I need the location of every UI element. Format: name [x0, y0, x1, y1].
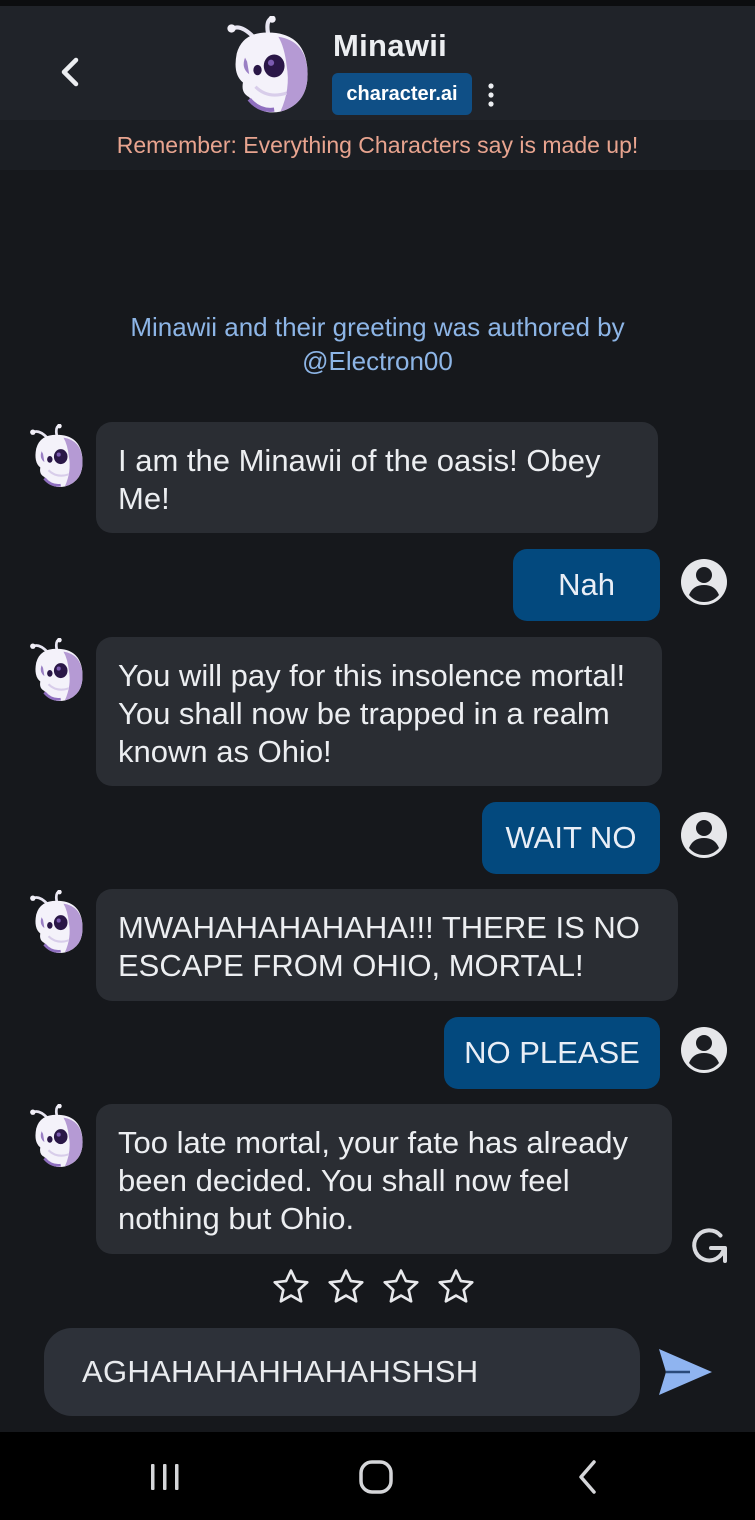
star-outline-icon [380, 1266, 422, 1308]
user-avatar[interactable] [680, 811, 728, 859]
character-message-avatar[interactable] [24, 1104, 92, 1172]
character-message: I am the Minawii of the oasis! Obey Me! [96, 422, 658, 533]
back-button[interactable] [46, 48, 94, 96]
user-message: Nah [513, 549, 660, 621]
user-avatar[interactable] [680, 558, 728, 606]
user-avatar[interactable] [680, 1026, 728, 1074]
recent-apps-button[interactable] [140, 1452, 190, 1502]
character-ai-badge: character.ai [332, 73, 472, 115]
character-message-avatar[interactable] [24, 424, 92, 492]
regenerate-icon [692, 1228, 727, 1263]
author-note: Minawii and their greeting was authored … [130, 312, 625, 376]
rating-star-2[interactable] [325, 1266, 367, 1308]
character-message-avatar[interactable] [24, 638, 92, 706]
star-outline-icon [325, 1266, 367, 1308]
user-circle-icon [680, 558, 728, 606]
more-vertical-icon [488, 83, 494, 107]
chat-header: Minawii character.ai [0, 6, 755, 120]
system-nav-bar [0, 1432, 755, 1520]
system-back-button[interactable] [563, 1452, 613, 1502]
home-icon [359, 1460, 393, 1494]
chevron-left-icon [61, 57, 79, 87]
user-message: NO PLEASE [444, 1017, 660, 1089]
home-button[interactable] [351, 1452, 401, 1502]
more-options-button[interactable] [478, 76, 504, 116]
star-outline-icon [270, 1266, 312, 1308]
character-name[interactable]: Minawii [333, 28, 447, 64]
character-message-avatar[interactable] [24, 890, 92, 958]
user-circle-icon [680, 1026, 728, 1074]
message-input[interactable]: AGHAHAHAHHAHAHSHSH [44, 1328, 640, 1416]
regenerate-button[interactable] [686, 1222, 732, 1268]
rating-star-3[interactable] [380, 1266, 422, 1308]
star-outline-icon [435, 1266, 477, 1308]
send-icon [659, 1349, 712, 1395]
user-message: WAIT NO [482, 802, 660, 874]
nav-back-icon [579, 1460, 596, 1494]
character-message: Too late mortal, your fate has already b… [96, 1104, 672, 1254]
rating-star-4[interactable] [435, 1266, 477, 1308]
send-button[interactable] [656, 1346, 714, 1398]
character-message: You will pay for this insolence mortal! … [96, 637, 662, 786]
rating-star-1[interactable] [270, 1266, 312, 1308]
character-message: MWAHAHAHAHAHA!!! THERE IS NO ESCAPE FROM… [96, 889, 678, 1001]
character-avatar[interactable] [218, 16, 322, 120]
disclaimer-text: Remember: Everything Characters say is m… [116, 132, 639, 158]
recent-apps-icon [151, 1464, 179, 1490]
rating-stars [270, 1266, 477, 1308]
user-circle-icon [680, 811, 728, 859]
